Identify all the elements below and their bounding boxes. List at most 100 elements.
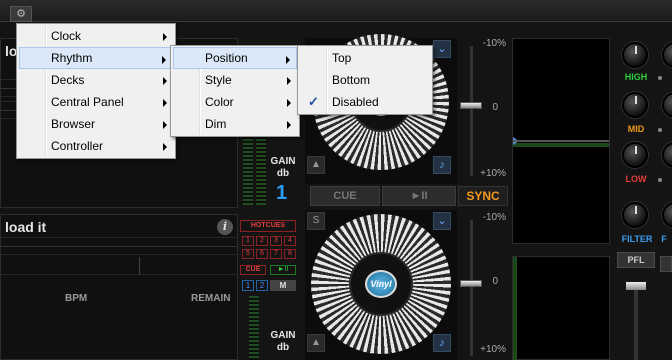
menu-item-label: Bottom [332,73,371,87]
pitch-b-top-label: -10% [482,212,506,223]
hotcues-label: HOTCUES [240,220,296,232]
menu-item-style[interactable]: Style [173,69,297,91]
gain-a-db-label: db [276,168,290,179]
pfl-button-b[interactable] [660,256,672,272]
gain-a-label: GAIN [270,156,296,167]
vu-meter-a-right [256,135,266,205]
eq-mid-knob[interactable] [622,92,648,118]
deck-b-jogwheel[interactable]: Vinyl [311,214,451,354]
deck-1-select-button[interactable]: 1 [242,280,254,291]
deck-2-select-button[interactable]: 2 [256,280,268,291]
deck-b-waveform-row [1,257,237,275]
menu-item-label: Central Panel [51,95,124,109]
hotcue-3-button[interactable]: 3 [270,236,282,246]
info-icon[interactable]: i [217,219,233,235]
settings-gear-icon[interactable]: ⚙ [10,6,32,22]
menu-item-clock[interactable]: Clock [19,25,173,47]
vu-meter-a-left [243,135,253,205]
menu-item-central-panel[interactable]: Central Panel [19,91,173,113]
eq-low-knob-b[interactable] [662,142,672,168]
deck-b-vertical-waveform [512,256,610,360]
deck-b-triangle-up-icon[interactable]: ▲ [307,334,325,352]
eq-mid-knob-b[interactable] [662,92,672,118]
hotcue-7-button[interactable]: 7 [270,249,282,259]
pitch-a-bottom-label: +10% [480,168,506,179]
pitch-a-zero-label: 0 [492,102,498,113]
menu-item-rhythm[interactable]: Rhythm [19,47,173,69]
gain-b-label: GAIN [270,330,296,341]
vu-meter-b [249,296,259,360]
hotcue-2-button[interactable]: 2 [256,236,268,246]
filter-knob-b[interactable] [662,202,672,228]
menu-item-color[interactable]: Color [173,91,297,113]
gain-b-db-label: db [276,342,290,353]
vinyl-logo: Vinyl [365,270,397,298]
menu-item-bottom[interactable]: Bottom [300,69,430,91]
submenu-arrow-icon [163,77,167,85]
pitch-b-knob[interactable] [460,280,482,287]
hotcue-4-button[interactable]: 4 [284,236,296,246]
menu-item-controller[interactable]: Controller [19,135,173,157]
pfl-button[interactable]: PFL [617,252,655,268]
deck-b-small-cue-button[interactable]: CUE [240,265,266,275]
deck-b-track-panel: load it i BPM REMAIN [0,214,238,360]
submenu-arrow-icon [287,121,291,129]
filter-knob[interactable] [622,202,648,228]
eq-high-knob[interactable] [622,42,648,68]
hotcue-8-button[interactable]: 8 [284,249,296,259]
menu-item-top[interactable]: Top [300,47,430,69]
deck-a-pitch-slider[interactable]: -10% 0 +10% [458,36,508,182]
bpm-label: BPM [65,293,88,304]
menu-item-label: Browser [51,117,96,131]
eq-high-knob-b[interactable] [662,42,672,68]
menu-item-label: Style [205,73,232,87]
deck-b-pitch-slider[interactable]: -10% 0 +10% [458,210,508,360]
master-select-button[interactable]: M [270,280,296,291]
hotcue-6-button[interactable]: 6 [256,249,268,259]
eq-high-label: HIGH [624,72,648,82]
sync-button[interactable]: SYNC [458,186,508,206]
deck-b-turntable-area: Vinyl S ⌄ ▲ ♪ [305,210,457,360]
deck-b-music-note-icon[interactable]: ♪ [433,334,451,352]
remain-label: REMAIN [191,293,231,304]
hotcue-5-button[interactable]: 5 [242,249,254,259]
menu-item-decks[interactable]: Decks [19,69,173,91]
deck-b-waveform-row [1,237,237,255]
menu-item-label: Decks [51,73,85,87]
menu-item-disabled[interactable]: ✓ Disabled [300,91,430,113]
menu-item-label: Color [205,95,234,109]
menu-item-position[interactable]: Position [173,47,297,69]
submenu-arrow-icon [163,33,167,41]
pitch-a-top-label: -10% [482,38,506,49]
volume-fader-rail [634,290,638,360]
eq-low-knob[interactable] [622,142,648,168]
submenu-arrow-icon [286,56,290,64]
pitch-b-zero-label: 0 [492,276,498,287]
deck-a-vertical-waveform [512,38,610,244]
submenu-arrow-icon [287,77,291,85]
menu-item-label: Controller [51,139,104,153]
cue-button[interactable]: CUE [310,186,380,206]
filter-partial-label: F [661,234,667,244]
deck-a-menu-chevron-down-icon[interactable]: ⌄ [433,40,451,58]
top-toolbar: ⚙ [0,0,672,22]
menu-item-label: Top [332,51,352,65]
menu-item-browser[interactable]: Browser [19,113,173,135]
eq-mid-label: MID [627,124,645,134]
volume-fader-knob[interactable] [626,282,646,290]
deck-a-number: 1 [276,182,288,204]
deck-b-small-play-button[interactable]: ►II [270,265,296,275]
submenu-arrow-icon [162,56,166,64]
deck-a-music-note-icon[interactable]: ♪ [433,156,451,174]
view-options-menu: Clock Rhythm Decks Central Panel Browser… [16,23,176,159]
pitch-a-knob[interactable] [460,102,482,109]
eq-low-label: LOW [625,174,647,184]
deck-b-s-button[interactable]: S [307,212,325,230]
deck-b-title: load it [5,219,47,235]
menu-item-label: Position [205,51,248,65]
deck-b-menu-chevron-down-icon[interactable]: ⌄ [433,212,451,230]
play-pause-button[interactable]: ►II [382,186,456,206]
menu-item-dim[interactable]: Dim [173,113,297,135]
hotcue-1-button[interactable]: 1 [242,236,254,246]
deck-a-triangle-up-icon[interactable]: ▲ [307,156,325,174]
